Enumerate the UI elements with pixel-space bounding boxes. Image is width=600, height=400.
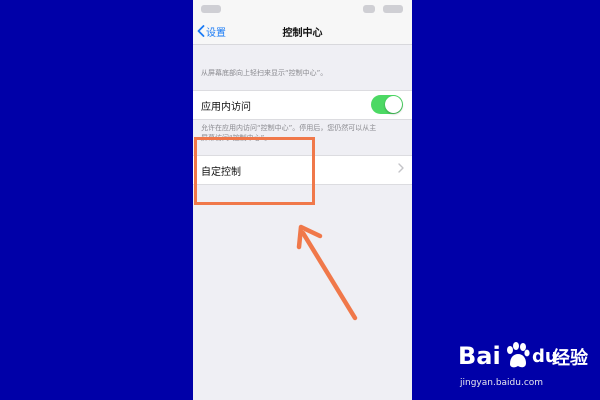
logo-jingyan: 经验 [552, 348, 588, 369]
paw-icon [507, 342, 530, 368]
watermark-url: jingyan.baidu.com [460, 378, 544, 388]
baidu-jingyan-watermark: Bai du 经验 jingyan.baidu.com [448, 338, 588, 398]
logo-bai: Bai [458, 342, 501, 370]
